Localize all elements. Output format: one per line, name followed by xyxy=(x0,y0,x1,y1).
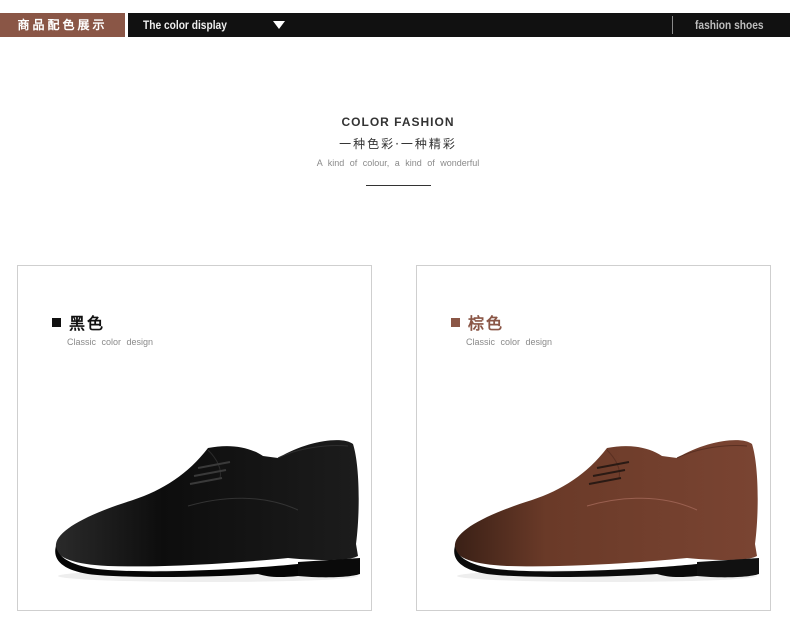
page-subtitle-cn: 一种色彩·一种精彩 xyxy=(339,137,457,151)
color-card-black: 黑色 Classic color design xyxy=(17,265,372,611)
divider xyxy=(125,13,128,37)
divider xyxy=(672,16,673,34)
color-subtitle: Classic color design xyxy=(466,337,553,347)
page-title: COLOR FASHION xyxy=(341,115,455,129)
color-swatch xyxy=(451,318,460,327)
brown-leather-derby-shoe-icon xyxy=(454,440,759,582)
caret-down-icon xyxy=(273,21,285,29)
color-subtitle: Classic color design xyxy=(67,337,154,347)
section-label-cn: 商品配色展示 xyxy=(0,13,125,37)
page-subtitle-en: A kind of colour, a kind of wonderful xyxy=(316,158,480,168)
section-tagline: fashion shoes xyxy=(695,18,764,32)
color-name: 黑色 xyxy=(69,314,106,333)
color-name: 棕色 xyxy=(468,314,505,333)
color-card-brown: 棕色 Classic color design xyxy=(416,265,771,611)
section-label-en: The color display xyxy=(143,18,227,32)
color-swatch xyxy=(52,318,61,327)
section-header-bar: 商品配色展示 The color display fashion shoes xyxy=(0,13,790,37)
black-leather-derby-shoe-icon xyxy=(55,440,360,582)
title-underline xyxy=(366,185,431,186)
